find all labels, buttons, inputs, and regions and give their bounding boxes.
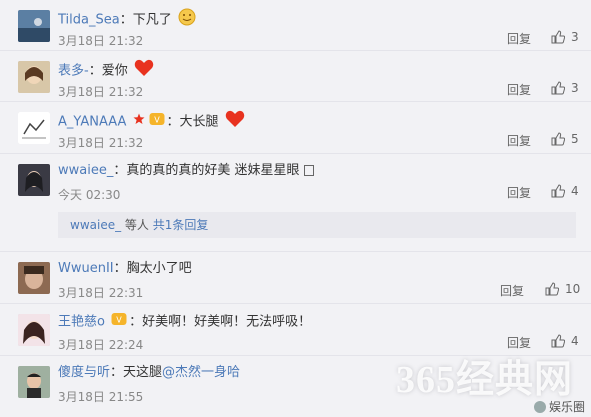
thumb-up-icon [551,81,565,95]
comment-time: 3月18日 22:24 [58,338,144,352]
comment-text: 胸太小了吧 [126,261,192,276]
member-badge-icon: V [149,112,165,132]
svg-text:V: V [116,316,122,325]
comment-text: 天这腿 [123,365,163,380]
username[interactable]: WwuenII [58,261,114,276]
thumb-up-icon [551,184,565,198]
comment-text: 好美啊！好美啊！无法呼吸！ [142,314,312,330]
username[interactable]: 傻度与听 [58,365,110,380]
like-count: 10 [565,282,581,296]
comment-time: 3月18日 21:55 [58,390,144,404]
heart-emoji-icon [225,110,245,134]
heart-emoji-icon [134,59,154,83]
avatar[interactable] [18,314,50,346]
reply-button[interactable]: 回复 [507,334,531,351]
comment-item: wwaiee_：真的真的真的好美 迷妹星星眼 今天 02:30 回复 4 wwa… [0,154,591,252]
comment-text: 下凡了 [132,12,172,28]
comment-item: WwuenII：胸太小了吧 3月18日 22:31 回复 10 [0,252,591,304]
like-button[interactable]: 3 [551,81,579,95]
username[interactable]: wwaiee_ [58,163,113,178]
comment-text: 大长腿 [179,114,219,130]
member-badge-icon: V [111,312,127,332]
reply-button[interactable]: 回复 [500,282,524,299]
like-button[interactable]: 4 [551,184,579,198]
avatar[interactable] [18,164,50,196]
reply-button[interactable]: 回复 [507,30,531,47]
like-button[interactable]: 4 [551,334,579,348]
sub-reply-summary[interactable]: wwaiee_ 等人 共1条回复 [58,212,576,238]
like-count: 3 [571,81,579,95]
sub-reply-link[interactable]: 共1条回复 [153,218,209,232]
avatar[interactable] [18,366,50,398]
reply-button[interactable]: 回复 [507,184,531,201]
comment-item: A_YANAAA V ：大长腿 3月18日 21:32 回复 5 [0,102,591,154]
like-count: 4 [571,184,579,198]
avatar[interactable] [18,61,50,93]
comment-text: 爱你 [101,63,128,79]
comment-list: Tilda_Sea：下凡了 3月18日 21:32 回复 3 表多-：爱你 3月… [0,0,591,417]
username[interactable]: Tilda_Sea [58,13,120,28]
comment-item: 表多-：爱你 3月18日 21:32 回复 3 [0,51,591,102]
like-count: 4 [571,334,579,348]
thumb-up-icon [551,334,565,348]
like-count: 5 [571,132,579,146]
comment-item: 王艳慈o V ：好美啊！好美啊！无法呼吸！ 3月18日 22:24 回复 4 [0,304,591,356]
smiley-emoji-icon [178,8,196,32]
sub-reply-user[interactable]: wwaiee_ [70,218,121,232]
comment-text: 真的真的真的好美 迷妹星星眼 [126,163,300,178]
avatar[interactable] [18,10,50,42]
thumb-up-icon [545,282,559,296]
comment-item: 傻度与听：天这腿@杰然一身哈 3月18日 21:55 [0,356,591,417]
thumb-up-icon [551,30,565,44]
username[interactable]: A_YANAAA [58,115,126,130]
like-button[interactable]: 5 [551,132,579,146]
thumb-up-icon [551,132,565,146]
avatar[interactable] [18,112,50,144]
avatar[interactable] [18,262,50,294]
comment-time: 3月18日 21:32 [58,136,144,150]
mention-link[interactable]: @杰然一身哈 [162,365,240,380]
comment-time: 今天 02:30 [58,188,121,202]
star-badge-icon [133,113,145,131]
like-count: 3 [571,30,579,44]
sub-reply-middle: 等人 [124,218,149,232]
reply-button[interactable]: 回复 [507,132,531,149]
comment-time: 3月18日 22:31 [58,286,144,300]
missing-emoji-icon [303,165,314,176]
svg-text:V: V [154,116,160,125]
reply-button[interactable]: 回复 [507,81,531,98]
comment-time: 3月18日 21:32 [58,85,144,99]
comment-time: 3月18日 21:32 [58,34,144,48]
like-button[interactable]: 10 [545,282,580,296]
comment-item: Tilda_Sea：下凡了 3月18日 21:32 回复 3 [0,0,591,51]
username[interactable]: 表多- [58,64,89,79]
like-button[interactable]: 3 [551,30,579,44]
username[interactable]: 王艳慈o [58,315,105,330]
